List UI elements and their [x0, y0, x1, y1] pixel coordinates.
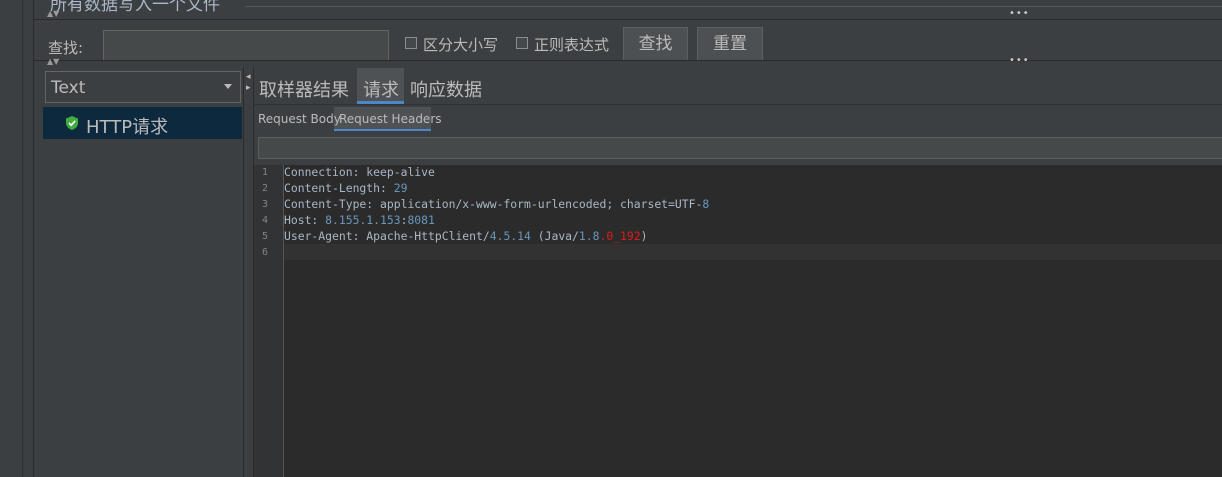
line-number: 2 — [261, 183, 268, 194]
regex-label: 正则表达式 — [534, 36, 610, 54]
header-number: 8081 — [407, 213, 435, 227]
search-input[interactable] — [103, 30, 389, 60]
headers-text-area[interactable] — [254, 165, 1222, 477]
code-line: Host: 8.155.1.153:8081 — [284, 213, 435, 227]
left-strip-divider — [22, 0, 23, 477]
code-line: Content-Type: application/x-www-form-url… — [284, 197, 709, 211]
left-strip — [0, 0, 34, 477]
line-number-gutter — [254, 165, 284, 477]
line-number: 3 — [261, 199, 268, 210]
collapse-arrows-icon[interactable]: ▲▼ — [47, 58, 59, 66]
header-text: Content-Length: — [284, 181, 394, 195]
subtab-selected-indicator — [334, 129, 431, 131]
code-line: Content-Length: 29 — [284, 181, 407, 195]
header-number: 29 — [393, 181, 408, 195]
case-sensitive-checkbox[interactable] — [405, 37, 417, 49]
collapse-arrows-icon[interactable]: ▲▼ — [47, 10, 59, 18]
search-label: 查找: — [48, 39, 84, 57]
case-sensitive-label: 区分大小写 — [423, 36, 499, 54]
current-line-highlight — [284, 244, 1222, 260]
header-number-red: 0_192 — [606, 229, 641, 243]
expand-arrows-icon[interactable]: ◂ ▸ — [246, 72, 251, 94]
splitter-grip-icon[interactable]: ••• — [1009, 9, 1030, 19]
tabs-separator — [253, 104, 1222, 105]
tab-request[interactable]: 请求 — [363, 76, 399, 102]
header-text: Content-Type: application/x-www-form-url… — [284, 197, 703, 211]
code-line: User-Agent: Apache-HttpClient/4.5.14 (Ja… — [284, 229, 648, 243]
headers-filter-input[interactable] — [258, 137, 1222, 159]
code-line: Connection: keep-alive — [284, 165, 435, 179]
header-text: Host: — [284, 213, 326, 227]
tab-sampler-result[interactable]: 取样器结果 — [259, 76, 349, 102]
splitter-middle[interactable] — [34, 60, 1222, 67]
title-separator — [245, 6, 1222, 7]
subtab-request-body[interactable]: Request Body — [258, 112, 341, 126]
regex-checkbox[interactable] — [516, 37, 528, 49]
header-number: 8.155.1.153 — [325, 213, 401, 227]
header-text: (Java/ — [530, 229, 579, 243]
header-number: 4.5.14 — [489, 229, 531, 243]
renderer-select-value: Text — [51, 78, 86, 98]
header-number: 8 — [702, 197, 710, 211]
tab-response-data[interactable]: 响应数据 — [410, 76, 482, 102]
reset-button[interactable]: 重置 — [697, 27, 763, 60]
subtab-request-headers[interactable]: Request Headers — [339, 112, 442, 126]
chevron-down-icon[interactable] — [224, 84, 232, 89]
tree-item-label: HTTP请求 — [86, 117, 169, 138]
header-number: 1.8 — [578, 229, 600, 243]
find-button[interactable]: 查找 — [623, 27, 688, 60]
line-number: 4 — [261, 215, 268, 226]
line-number: 5 — [261, 231, 268, 242]
splitter-vertical[interactable] — [244, 67, 254, 477]
header-text: Connection: keep-alive — [284, 165, 435, 179]
shield-check-icon — [66, 116, 78, 130]
line-number: 1 — [261, 167, 268, 178]
header-text: ) — [640, 229, 648, 243]
line-number: 6 — [261, 247, 268, 258]
splitter-grip-icon[interactable]: ••• — [1009, 56, 1030, 66]
splitter-top[interactable] — [34, 13, 1222, 20]
header-text: User-Agent: Apache-HttpClient/ — [284, 229, 490, 243]
